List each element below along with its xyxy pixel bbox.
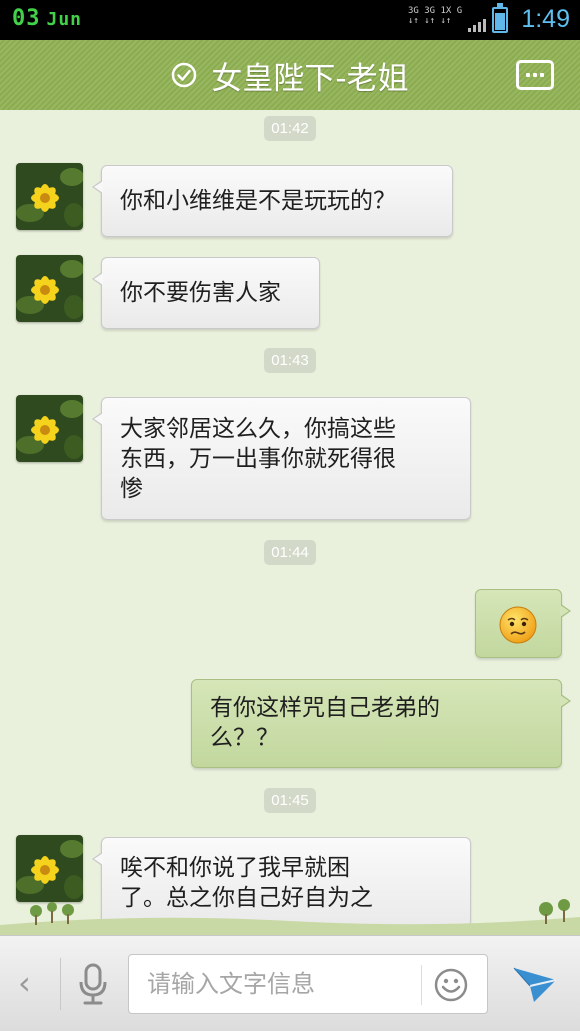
message-bubble-outgoing[interactable]: 有你这样咒自己老弟的 么？？ [191, 679, 571, 768]
contact-avatar[interactable] [16, 255, 83, 322]
message-list[interactable]: 01:42 你和小维维是不是玩玩的？ 你不要伤害人家 01:43 大家邻居这么久… [0, 110, 580, 935]
message-input[interactable] [147, 967, 417, 1001]
divider [421, 965, 422, 1005]
contact-avatar[interactable] [16, 163, 83, 230]
check-circle-icon [172, 62, 197, 88]
message-input-box[interactable] [128, 954, 488, 1014]
contact-avatar[interactable] [16, 835, 83, 902]
status-date-month: Jun [46, 9, 83, 30]
timestamp: 01:44 [0, 540, 580, 565]
chevron-left-icon: ‹ [18, 964, 31, 1002]
microphone-icon[interactable] [76, 962, 110, 1006]
more-options-button[interactable] [516, 60, 554, 90]
message-bubble-incoming[interactable]: 你不要伤害人家 [92, 257, 320, 329]
signal-bars-icon [468, 19, 486, 32]
more-dots-icon [526, 73, 530, 77]
contact-avatar[interactable] [16, 395, 83, 462]
background-scenery [0, 899, 580, 935]
smiley-icon[interactable] [433, 967, 469, 1003]
divider [60, 958, 61, 1010]
back-button[interactable]: ‹ [18, 964, 31, 1002]
status-time: 1:49 [521, 5, 570, 33]
status-bar: 03 Jun 3G 3G 1X G ↓↑ ↓↑ ↓↑ 1:49 [0, 0, 580, 40]
message-bubble-incoming[interactable]: 大家邻居这么久，你搞这些 东西，万一出事你就死得很 惨 [92, 397, 471, 520]
timestamp: 01:45 [0, 788, 580, 813]
status-date-day: 03 [12, 6, 41, 31]
status-date: 03 Jun [12, 6, 82, 31]
send-paper-plane-icon [513, 967, 557, 1002]
battery-icon [492, 3, 508, 33]
message-bubble-incoming[interactable]: 你和小维维是不是玩玩的？ [92, 165, 453, 237]
network-label: 3G 3G 1X G [408, 6, 463, 16]
chat-title[interactable]: 女皇陛下-老姐 [211, 53, 408, 98]
timestamp: 01:42 [0, 116, 580, 141]
input-bar: ‹ [0, 935, 580, 1031]
message-bubble-outgoing[interactable] [475, 589, 571, 658]
worried-face-emoji [499, 606, 537, 644]
send-button[interactable] [512, 964, 558, 1004]
timestamp: 01:43 [0, 348, 580, 373]
network-indicator: 3G 3G 1X G ↓↑ ↓↑ ↓↑ [408, 6, 486, 34]
chat-header: 女皇陛下-老姐 [0, 40, 580, 116]
